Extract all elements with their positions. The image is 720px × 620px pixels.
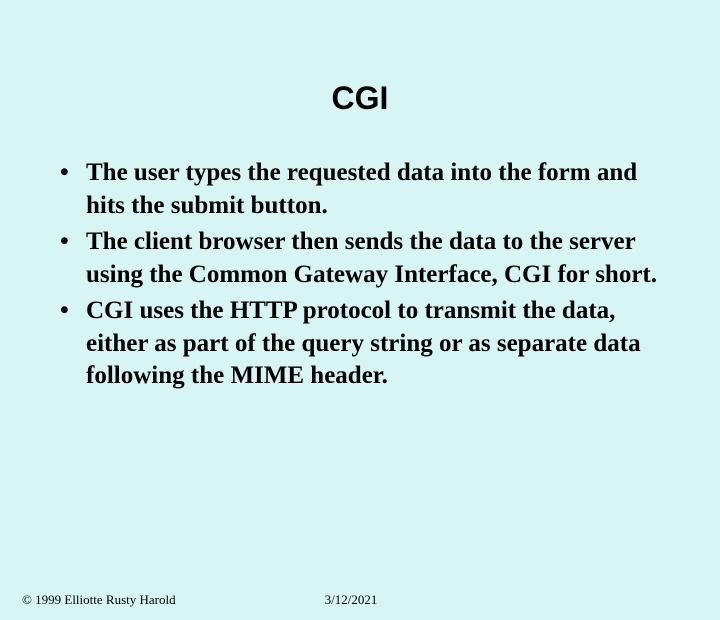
list-item: CGI uses the HTTP protocol to transmit t… xyxy=(60,295,680,393)
slide-title: CGI xyxy=(40,80,680,117)
bullet-list: The user types the requested data into t… xyxy=(40,157,680,393)
copyright-text: © 1999 Elliotte Rusty Harold xyxy=(22,592,176,608)
list-item: The user types the requested data into t… xyxy=(60,157,680,222)
list-item: The client browser then sends the data t… xyxy=(60,226,680,291)
footer-date: 3/12/2021 xyxy=(325,592,378,608)
